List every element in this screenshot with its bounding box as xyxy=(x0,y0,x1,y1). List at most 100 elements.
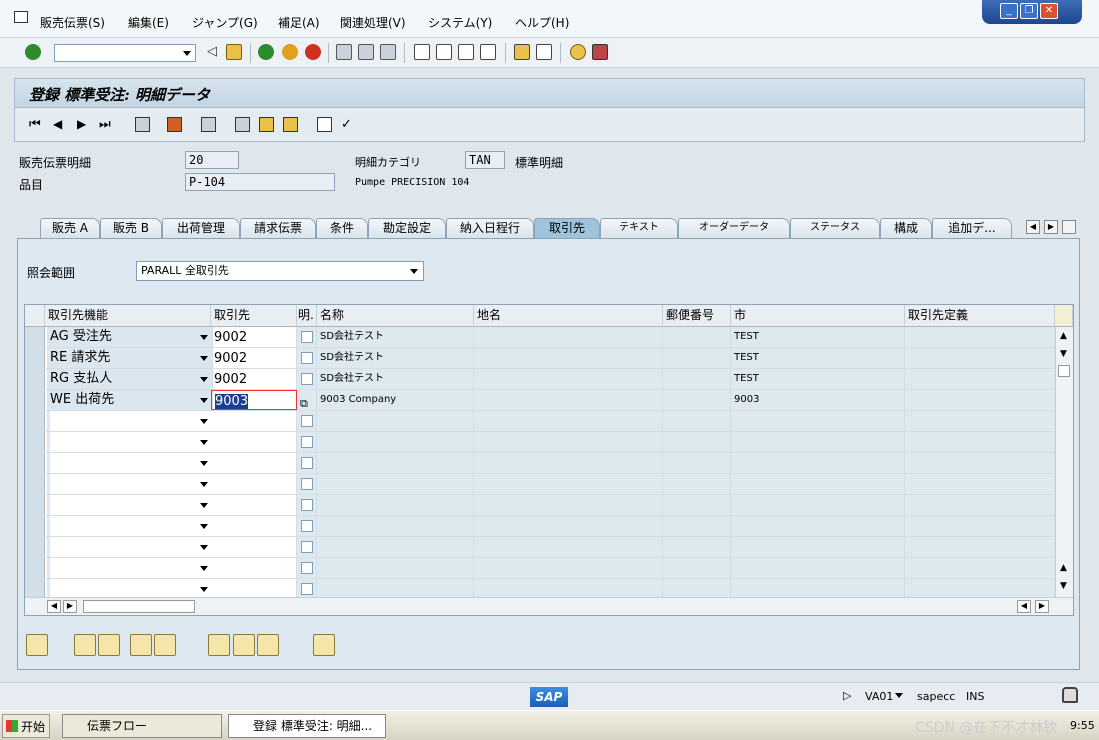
partner-function-select[interactable] xyxy=(47,579,213,599)
partner-icon[interactable] xyxy=(235,117,250,132)
partner-input[interactable] xyxy=(211,453,297,473)
delete-icon[interactable] xyxy=(135,117,150,132)
first-item-icon[interactable]: ⏮ xyxy=(29,117,44,132)
row-selector[interactable] xyxy=(25,327,45,347)
partner-input[interactable] xyxy=(211,432,297,452)
partner-input[interactable]: 9002 xyxy=(211,348,297,368)
partner-log-button[interactable] xyxy=(313,634,335,656)
tab-texts[interactable]: テキスト xyxy=(600,218,678,238)
header-postal-code[interactable]: 郵便番号 xyxy=(663,305,731,327)
partner-input[interactable] xyxy=(211,495,297,515)
tab-structure[interactable]: 構成 xyxy=(880,218,932,238)
copy-icon[interactable]: ⧉ xyxy=(300,394,308,410)
row-selector[interactable] xyxy=(25,411,45,431)
detail-checkbox[interactable] xyxy=(301,352,313,364)
close-icon[interactable]: ✕ xyxy=(1040,3,1058,19)
header-detail[interactable]: 明. xyxy=(297,305,317,327)
material-field[interactable]: P-104 xyxy=(185,173,335,191)
tab-order-data[interactable]: オーダーデータ xyxy=(678,218,790,238)
partner-input[interactable] xyxy=(211,537,297,557)
partner-input[interactable] xyxy=(211,558,297,578)
back-icon[interactable] xyxy=(258,44,274,60)
input-mode[interactable]: INS xyxy=(966,690,984,703)
previous-item-icon[interactable]: ◀ xyxy=(53,117,68,132)
shortcut-icon[interactable] xyxy=(536,44,552,60)
status-dropdown-icon[interactable] xyxy=(895,693,903,698)
create-session-icon[interactable] xyxy=(514,44,530,60)
calculator-icon[interactable] xyxy=(317,117,332,132)
scroll-page-up-icon[interactable]: ▲ xyxy=(1060,563,1067,573)
partner-function-select[interactable] xyxy=(47,516,213,536)
header-city[interactable]: 市 xyxy=(731,305,905,327)
task-create-order[interactable]: 登録 標準受注: 明細... xyxy=(228,714,386,738)
command-field[interactable] xyxy=(54,44,196,62)
transaction-code[interactable]: VA01 xyxy=(865,690,893,703)
select-all-button[interactable] xyxy=(130,634,152,656)
detail-checkbox[interactable] xyxy=(301,583,313,595)
save-icon[interactable] xyxy=(226,44,242,60)
row-selector[interactable] xyxy=(25,390,45,410)
delete-row-button[interactable] xyxy=(98,634,120,656)
row-selector[interactable] xyxy=(25,558,45,578)
row-selector[interactable] xyxy=(25,432,45,452)
menu-icon[interactable] xyxy=(14,11,28,23)
last-page-icon[interactable] xyxy=(480,44,496,60)
tab-list-icon[interactable] xyxy=(1062,220,1076,234)
partner-function-select[interactable]: WE 出荷先 xyxy=(47,390,213,410)
collapse-icon[interactable]: ◁ xyxy=(204,44,220,60)
detail-checkbox[interactable] xyxy=(301,331,313,343)
row-selector[interactable] xyxy=(25,453,45,473)
tab-scroll-left-icon[interactable]: ◀ xyxy=(1026,220,1040,234)
layout-menu-icon[interactable] xyxy=(592,44,608,60)
first-page-icon[interactable] xyxy=(414,44,430,60)
scroll-left-icon[interactable]: ◀ xyxy=(47,600,61,613)
partner-input[interactable] xyxy=(211,411,297,431)
status-expand-icon[interactable]: ▷ xyxy=(843,689,851,702)
start-button[interactable]: 开始 xyxy=(2,714,50,738)
detail-checkbox[interactable] xyxy=(301,520,313,532)
menu-goto[interactable]: ジャンプ(G) xyxy=(192,14,258,31)
scroll-up-icon[interactable]: ▲ xyxy=(1060,331,1067,341)
row-selector[interactable] xyxy=(25,474,45,494)
enter-icon[interactable] xyxy=(25,44,41,60)
display-icon[interactable] xyxy=(259,117,274,132)
menu-environment[interactable]: 関連処理(V) xyxy=(340,14,406,31)
row-selector[interactable] xyxy=(25,369,45,389)
overview-icon[interactable] xyxy=(201,117,216,132)
row-selector[interactable] xyxy=(25,537,45,557)
partner-function-select[interactable] xyxy=(47,432,213,452)
address-button[interactable] xyxy=(208,634,230,656)
tab-sales-b[interactable]: 販売 B xyxy=(100,218,162,238)
detail-checkbox[interactable] xyxy=(301,373,313,385)
partner-function-select[interactable] xyxy=(47,411,213,431)
insert-row-button[interactable] xyxy=(74,634,96,656)
partner-function-select[interactable]: RE 請求先 xyxy=(47,348,213,368)
menu-edit[interactable]: 編集(E) xyxy=(128,14,169,31)
partner-input[interactable] xyxy=(211,579,297,599)
partner-overview-button[interactable] xyxy=(257,634,279,656)
partner-details-button[interactable] xyxy=(26,634,48,656)
menu-extras[interactable]: 補足(A) xyxy=(278,14,320,31)
partner-input[interactable] xyxy=(211,516,297,536)
tab-conditions[interactable]: 条件 xyxy=(316,218,368,238)
menu-sales-document[interactable]: 販売伝票(S) xyxy=(40,14,105,31)
tab-status[interactable]: ステータス xyxy=(790,218,880,238)
partner-function-select[interactable]: AG 受注先 xyxy=(47,327,213,347)
header-partner-definition[interactable]: 取引先定義 xyxy=(905,305,1055,327)
scroll-far-right-icon[interactable]: ▶ xyxy=(1035,600,1049,613)
task-document-flow[interactable]: 伝票フロー xyxy=(62,714,222,738)
partner-input[interactable] xyxy=(211,474,297,494)
restore-icon[interactable]: ❐ xyxy=(1020,3,1038,19)
detail-checkbox[interactable] xyxy=(301,436,313,448)
find-next-icon[interactable] xyxy=(380,44,396,60)
detail-checkbox[interactable] xyxy=(301,457,313,469)
select-all-header[interactable] xyxy=(25,305,45,327)
tab-partners[interactable]: 取引先 xyxy=(534,218,600,239)
partner-function-select[interactable] xyxy=(47,495,213,515)
detail-checkbox[interactable] xyxy=(301,562,313,574)
partner-function-select[interactable]: RG 支払人 xyxy=(47,369,213,389)
row-selector[interactable] xyxy=(25,516,45,536)
scroll-far-left-icon[interactable]: ◀ xyxy=(1017,600,1031,613)
partner-input[interactable]: 9002 xyxy=(211,327,297,347)
detail-checkbox[interactable] xyxy=(301,499,313,511)
